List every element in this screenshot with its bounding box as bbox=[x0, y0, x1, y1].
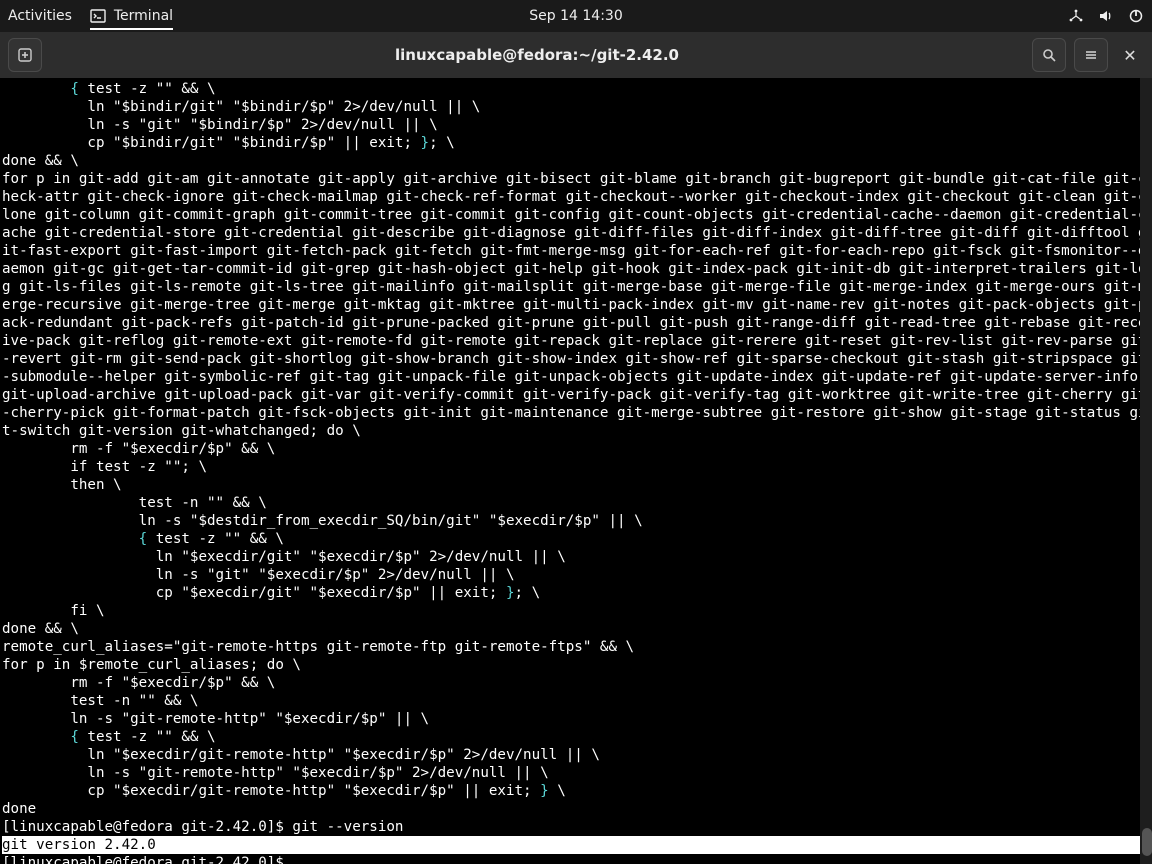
active-app-label: Terminal bbox=[114, 8, 173, 24]
network-icon[interactable] bbox=[1068, 8, 1084, 24]
new-tab-button[interactable] bbox=[8, 38, 42, 72]
scrollbar-thumb[interactable] bbox=[1142, 828, 1152, 856]
search-button[interactable] bbox=[1032, 38, 1066, 72]
volume-icon[interactable] bbox=[1098, 8, 1114, 24]
gnome-topbar: Activities Terminal Sep 14 14:30 bbox=[0, 0, 1152, 32]
close-button[interactable]: ✕ bbox=[1116, 46, 1144, 65]
power-icon[interactable] bbox=[1128, 8, 1144, 24]
scrollbar[interactable] bbox=[1140, 78, 1152, 864]
window-title: linuxcapable@fedora:~/git-2.42.0 bbox=[50, 46, 1024, 64]
menu-button[interactable] bbox=[1074, 38, 1108, 72]
terminal-output[interactable]: { test -z "" && \ ln "$bindir/git" "$bin… bbox=[0, 78, 1152, 864]
activities-button[interactable]: Activities bbox=[8, 8, 72, 24]
terminal-icon bbox=[90, 8, 106, 24]
window-titlebar: linuxcapable@fedora:~/git-2.42.0 ✕ bbox=[0, 32, 1152, 78]
clock[interactable]: Sep 14 14:30 bbox=[529, 8, 622, 24]
active-app-terminal[interactable]: Terminal bbox=[90, 8, 173, 30]
